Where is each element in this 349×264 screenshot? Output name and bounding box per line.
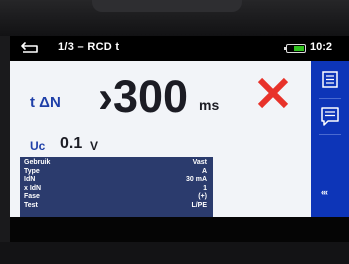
setting-value: 1 — [203, 184, 207, 192]
list-button[interactable] — [315, 65, 345, 99]
fail-x-icon — [257, 77, 289, 109]
setting-row: IdN 30 mA — [20, 176, 213, 185]
more-options-button[interactable]: ‹‹‹ — [321, 187, 328, 197]
screen: 1/3 – RCD t 10:2 t ΔN ›300 ms Uc 0.1 V G… — [10, 36, 349, 242]
setting-row: Test L/PE — [20, 202, 213, 211]
trip-time-label: t ΔN — [30, 94, 61, 111]
setting-key: IdN — [24, 176, 36, 184]
setting-value: L/PE — [191, 201, 207, 209]
setting-key: x IdN — [24, 184, 42, 192]
memo-button[interactable] — [315, 101, 345, 135]
setting-value: 30 mA — [185, 176, 207, 184]
back-arrow-icon[interactable] — [20, 41, 40, 55]
setting-row: Gebruik Vast — [20, 159, 213, 168]
test-settings-box: Gebruik Vast Type A IdN 30 mA x IdN 1 Fa… — [20, 157, 213, 217]
setting-row: Fase (+) — [20, 193, 213, 202]
trip-time-value: ›300 — [98, 71, 189, 122]
setting-value: (+) — [198, 193, 207, 201]
contact-voltage-value: 0.1 — [60, 135, 83, 152]
bottom-strip — [10, 217, 349, 242]
battery-level — [294, 46, 304, 51]
contact-voltage-unit: V — [90, 139, 99, 153]
softkey-sidebar: ‹‹‹ — [311, 61, 349, 217]
setting-key: Fase — [24, 193, 40, 201]
status-bar: 1/3 – RCD t 10:2 — [10, 36, 349, 61]
list-icon — [322, 71, 338, 88]
clock-time: 10:2 — [310, 41, 333, 53]
screen-title: 1/3 – RCD t — [58, 41, 120, 53]
memo-icon — [321, 107, 339, 126]
setting-key: Gebruik — [24, 159, 51, 166]
contact-voltage-label: Uc — [30, 139, 46, 153]
device-bezel-notch — [92, 0, 242, 12]
measurement-panel: t ΔN ›300 ms Uc 0.1 V Gebruik Vast Type … — [10, 61, 311, 217]
setting-value: Vast — [192, 159, 207, 166]
setting-key: Test — [24, 201, 38, 209]
setting-key: Type — [24, 167, 40, 175]
device-bezel-bottom — [0, 242, 349, 264]
trip-time-unit: ms — [199, 97, 220, 113]
setting-row: Type A — [20, 168, 213, 177]
setting-value: A — [201, 167, 207, 175]
battery-icon — [284, 44, 306, 53]
setting-row: x IdN 1 — [20, 185, 213, 194]
